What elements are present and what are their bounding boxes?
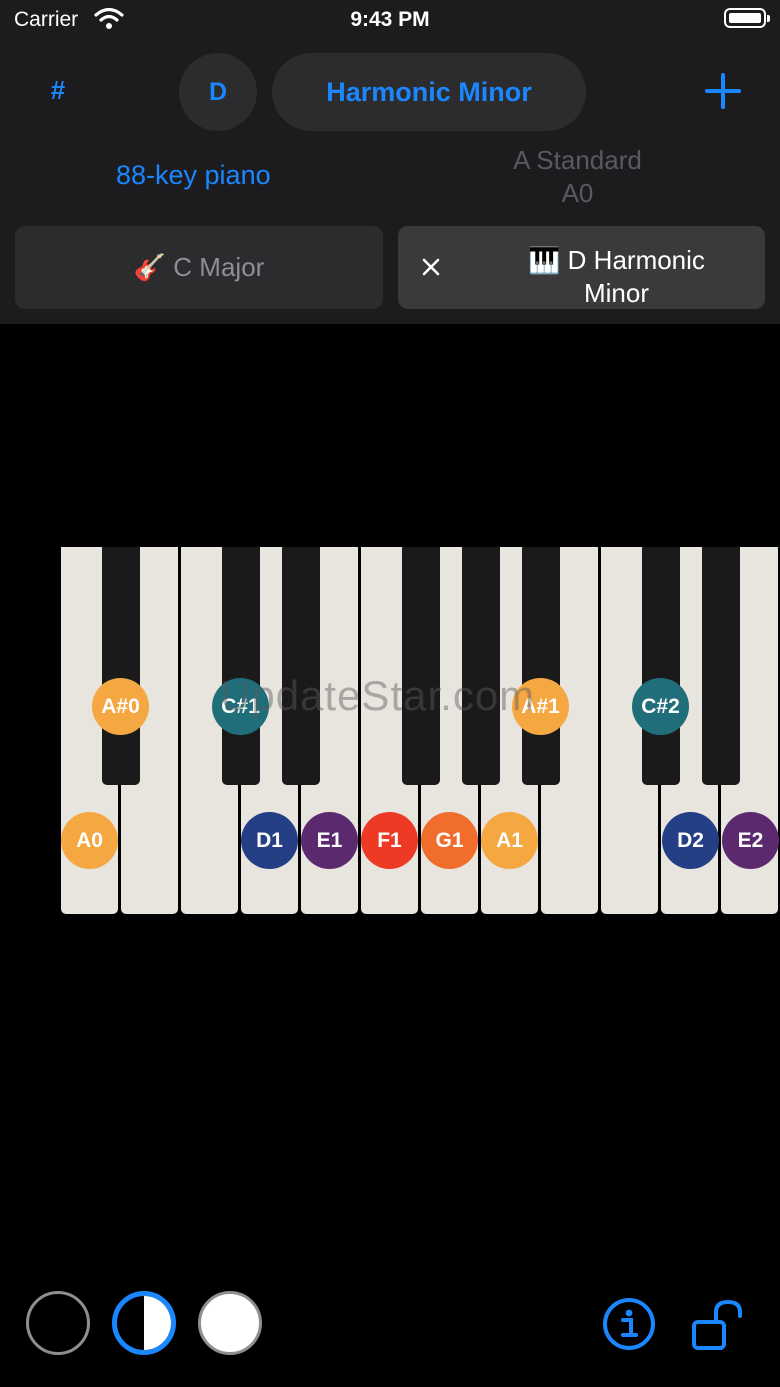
black-key[interactable] (222, 547, 260, 785)
black-key[interactable] (102, 547, 140, 785)
sharp-toggle-button[interactable]: # (40, 70, 76, 110)
black-key[interactable] (402, 547, 440, 785)
black-key[interactable] (462, 547, 500, 785)
note-marker: F1 (361, 812, 418, 869)
tuning-start-note: A0 (561, 178, 594, 208)
unlock-icon[interactable] (690, 1298, 746, 1354)
layer-card-label: C Major (173, 252, 265, 282)
watermark: UpdateStar.com (220, 672, 536, 719)
close-icon[interactable] (418, 254, 444, 280)
note-marker: A#0 (92, 678, 149, 735)
scale-button[interactable]: Harmonic Minor (272, 53, 586, 131)
note-marker: C#2 (632, 678, 689, 735)
tuning-name: A Standard (513, 145, 642, 175)
layer-card-1-text: 🎸 C Major (15, 251, 383, 284)
layer-card-label-line1: D Harmonic (567, 245, 705, 275)
note-marker: E1 (301, 812, 358, 869)
dark-mode-button[interactable] (26, 1291, 90, 1355)
layer-card-label-line2: Minor (583, 278, 649, 308)
instrument-button[interactable]: 88-key piano (116, 160, 271, 191)
note-marker: E2 (722, 812, 779, 869)
note-marker: A0 (61, 812, 118, 869)
battery-icon (724, 8, 770, 28)
tuning-button[interactable]: A Standard A0 (490, 144, 665, 210)
note-marker: D2 (662, 812, 719, 869)
half-mode-button[interactable] (112, 1291, 176, 1355)
guitar-icon: 🎸 (133, 252, 167, 282)
layer-card-c-major[interactable]: 🎸 C Major (15, 226, 383, 309)
add-icon[interactable] (702, 70, 744, 112)
layer-card-2-text: 🎹 D Harmonic Minor (468, 244, 765, 310)
info-icon[interactable] (602, 1297, 656, 1351)
piano-icon: 🎹 (528, 245, 561, 275)
key-button[interactable]: D (179, 53, 257, 131)
light-mode-button[interactable] (198, 1291, 262, 1355)
black-key[interactable] (522, 547, 560, 785)
status-time: 9:43 PM (350, 8, 430, 31)
layer-card-d-harmonic-minor[interactable]: 🎹 D Harmonic Minor (398, 226, 765, 309)
note-marker: A1 (481, 812, 538, 869)
note-marker: D1 (241, 812, 298, 869)
black-key[interactable] (282, 547, 320, 785)
note-marker: G1 (421, 812, 478, 869)
black-key[interactable] (642, 547, 680, 785)
black-key[interactable] (702, 547, 740, 785)
piano-keyboard[interactable]: A#0 C#1 A#1 C#2 A0 D1 E1 F1 G1 A1 D2 E2 (61, 547, 780, 915)
